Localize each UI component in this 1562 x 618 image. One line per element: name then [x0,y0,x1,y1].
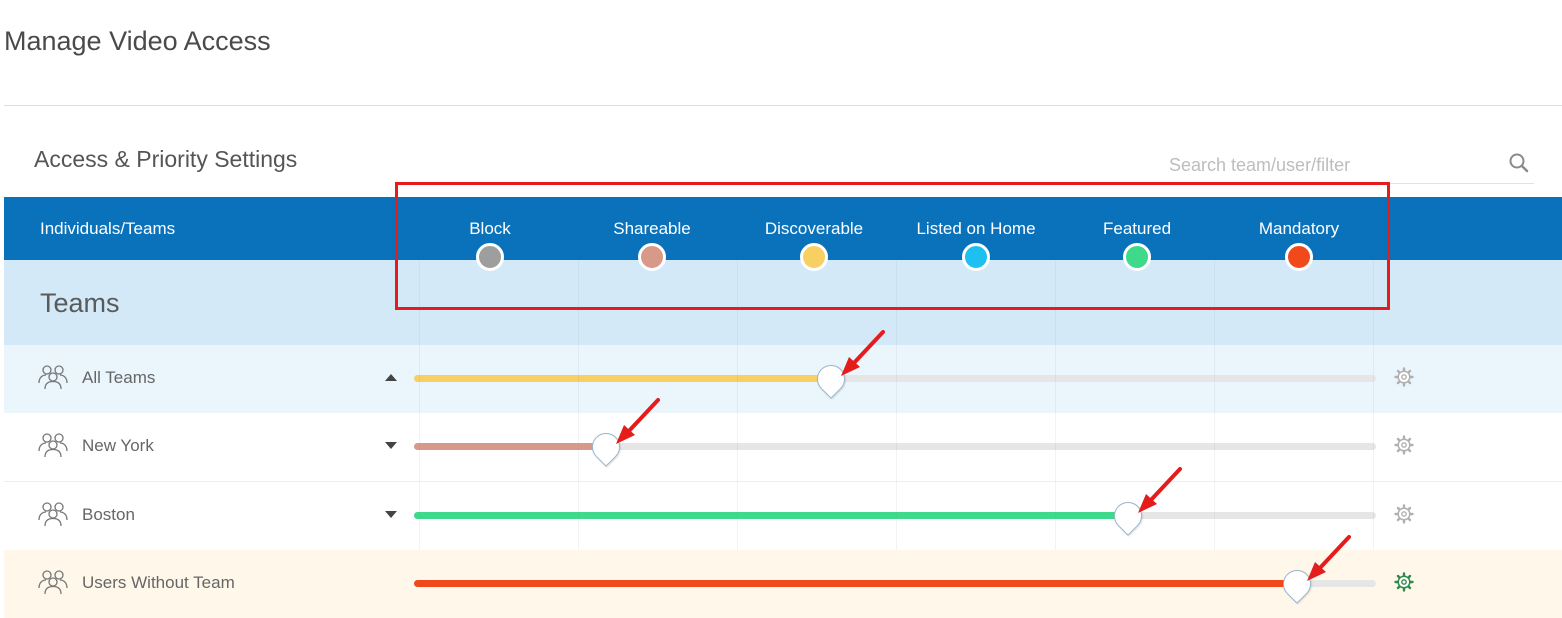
column-header-individuals-teams: Individuals/Teams [40,219,176,238]
search-box [1166,148,1534,184]
annotation-arrow [840,330,885,376]
search-input[interactable] [1166,152,1492,178]
gear-icon[interactable] [1394,504,1414,524]
row-label: New York [82,436,154,455]
group-heading: Teams [40,288,120,318]
annotation-highlight-box [395,182,1390,310]
access-slider-track[interactable] [414,375,1376,382]
access-slider-track[interactable] [414,580,1376,587]
access-slider-fill [414,512,1128,519]
gear-icon[interactable] [1394,435,1414,455]
row-label: Users Without Team [82,573,235,592]
team-icon [38,365,68,390]
gear-icon[interactable] [1394,572,1414,592]
access-slider-track[interactable] [414,512,1376,519]
row-label: All Teams [82,368,156,387]
team-icon [38,570,68,595]
page-title: Manage Video Access [4,26,271,56]
access-slider-fill [414,580,1298,587]
section-title: Access & Priority Settings [34,146,298,172]
row-label: Boston [82,505,135,524]
team-icon [38,433,68,458]
divider [4,105,1562,106]
team-icon [38,502,68,527]
annotation-arrow [1307,535,1352,581]
access-slider-fill [414,375,831,382]
annotation-arrow [1137,467,1182,513]
expand-caret[interactable] [385,511,397,518]
collapse-caret[interactable] [385,374,397,381]
gear-icon[interactable] [1394,367,1414,387]
annotation-arrow [616,398,661,444]
access-slider-track[interactable] [414,443,1376,450]
expand-caret[interactable] [385,442,397,449]
search-icon[interactable] [1506,150,1532,176]
